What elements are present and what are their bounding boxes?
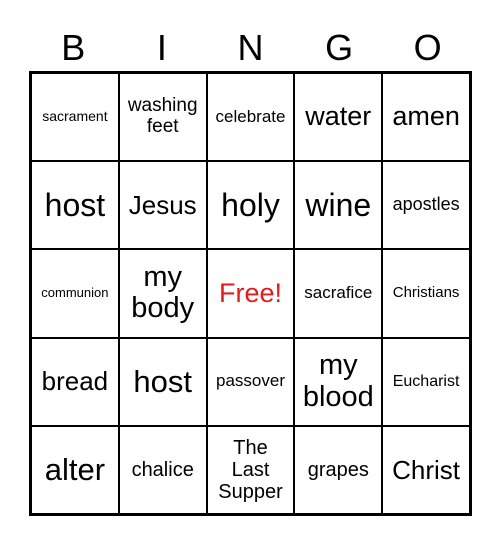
bingo-cell[interactable]: host xyxy=(31,161,119,250)
bingo-cell[interactable]: wine xyxy=(294,161,383,250)
free-space-cell[interactable]: Free! xyxy=(206,249,295,338)
bingo-cell[interactable]: host xyxy=(118,337,207,426)
bingo-cell[interactable]: my body xyxy=(118,249,207,338)
bingo-cell[interactable]: grapes xyxy=(294,425,383,514)
header-letter-n: N xyxy=(237,27,264,68)
bingo-cell[interactable]: my blood xyxy=(294,337,383,426)
bingo-cell[interactable]: Jesus xyxy=(118,161,207,250)
bingo-cell[interactable]: water xyxy=(294,73,383,162)
bingo-cell[interactable]: washing feet xyxy=(118,73,207,162)
header-letter-o: O xyxy=(413,27,442,68)
bingo-cell[interactable]: chalice xyxy=(118,425,207,514)
bingo-cell[interactable]: Eucharist xyxy=(382,337,470,426)
bingo-cell[interactable]: The Last Supper xyxy=(206,425,295,514)
bingo-cell[interactable]: apostles xyxy=(382,161,470,250)
bingo-cell[interactable]: sacrafice xyxy=(294,249,383,338)
bingo-cell[interactable]: passover xyxy=(206,337,295,426)
bingo-cell[interactable]: amen xyxy=(382,73,470,162)
bingo-cell[interactable]: holy xyxy=(206,161,295,250)
header-letter-g: G xyxy=(325,27,354,68)
bingo-cell[interactable]: Christ xyxy=(382,425,470,514)
header-letter-i: I xyxy=(156,27,167,68)
bingo-cell[interactable]: celebrate xyxy=(206,73,295,162)
header-letter-b: B xyxy=(61,27,86,68)
bingo-header: B I N G O xyxy=(29,24,472,72)
bingo-cell[interactable]: alter xyxy=(31,425,119,514)
bingo-cell[interactable]: bread xyxy=(31,337,119,426)
bingo-cell[interactable]: communion xyxy=(31,249,119,338)
bingo-cell[interactable]: Christians xyxy=(382,249,470,338)
bingo-cell[interactable]: sacrament xyxy=(31,73,119,162)
bingo-grid: sacrament washing feet celebrate water a… xyxy=(29,71,472,516)
